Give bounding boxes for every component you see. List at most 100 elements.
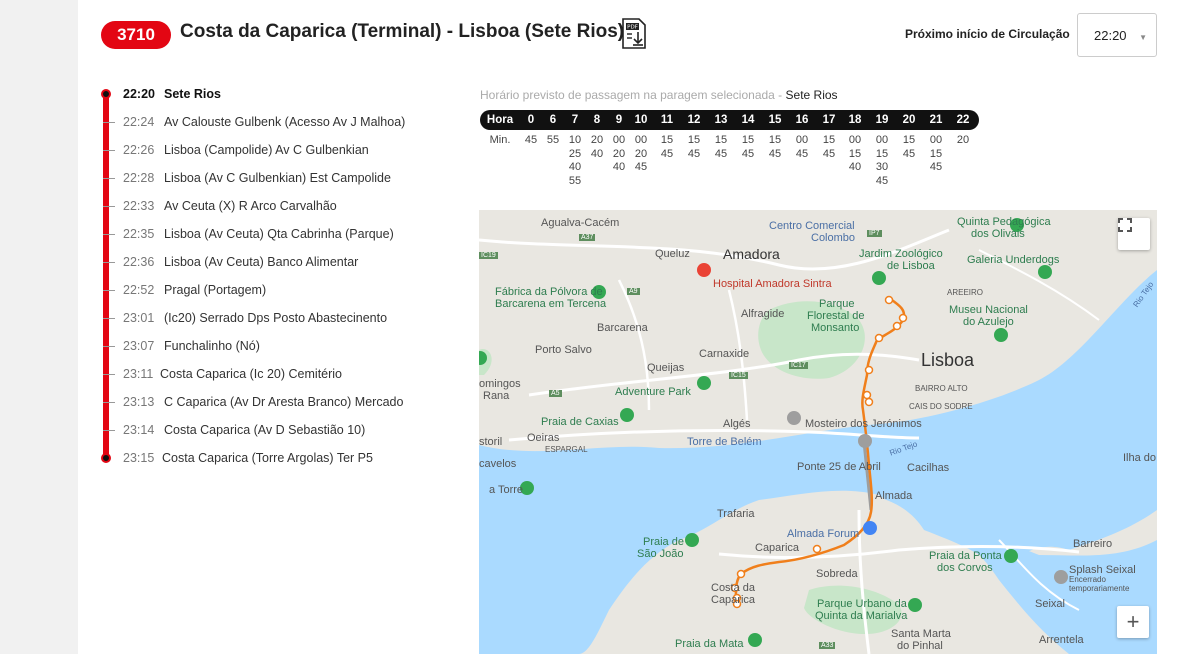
- hour-cell: 11: [660, 114, 674, 126]
- minute-value: 45: [660, 147, 674, 160]
- map-label: do Pinhal: [897, 640, 943, 652]
- minutes-label: Min.: [489, 134, 511, 146]
- minutes-column: 15 45: [681, 134, 707, 161]
- stop-item[interactable]: 22:20 Sete Rios: [100, 84, 460, 104]
- stop-time: 23:14: [123, 423, 155, 437]
- map-label: Caparica: [755, 542, 800, 554]
- stop-name: Av Calouste Gulbenk (Acesso Av J Malhoa): [164, 115, 406, 129]
- map-label: Barreiro: [1073, 538, 1113, 550]
- start-time-select[interactable]: 22:20 ▼: [1077, 13, 1157, 57]
- route-map[interactable]: Agualva-Cacém Amadora Queluz Centro Come…: [479, 210, 1157, 654]
- stop-item[interactable]: 23:14 Costa Caparica (Av D Sebastião 10): [100, 420, 460, 440]
- minute-value: 45: [687, 147, 701, 160]
- fullscreen-button[interactable]: [1118, 218, 1150, 250]
- road-shield: IP7: [867, 230, 882, 237]
- map-label: dos Olivais: [971, 228, 1025, 240]
- map-label: Galeria Underdogs: [967, 254, 1060, 266]
- stop-item[interactable]: 22:36 Lisboa (Av Ceuta) Banco Alimentar: [100, 252, 460, 272]
- chevron-down-icon: ▼: [1139, 33, 1147, 42]
- stop-item[interactable]: 23:11 Costa Caparica (Ic 20) Cemitério: [100, 364, 460, 384]
- stop-item[interactable]: 23:01 (Ic20) Serrado Dps Posto Abastecine…: [100, 308, 460, 328]
- map-label: Praia de: [643, 536, 684, 548]
- road-shield: A37: [579, 234, 596, 241]
- stop-tick: [103, 290, 115, 291]
- map-label: Praia da Ponta: [929, 550, 1002, 562]
- stop-time: 22:33: [123, 199, 155, 213]
- stop-item[interactable]: 23:15 Costa Caparica (Torre Argolas) Ter …: [100, 448, 460, 468]
- hour-cell: 8: [593, 114, 601, 126]
- minutes-column: 00 15 45: [923, 134, 949, 175]
- minutes-column: 15 45: [762, 134, 788, 161]
- map-label: Almada: [875, 490, 913, 502]
- stop-tick: [103, 318, 115, 319]
- map-label: Quinta Pedagógica: [957, 216, 1051, 228]
- stop-tick: [103, 206, 115, 207]
- stop-item[interactable]: 22:52 Pragal (Portagem): [100, 280, 460, 300]
- map-label: Caparica: [711, 594, 756, 606]
- minute-value: 20: [956, 134, 970, 146]
- schedule-caption-stop: Sete Rios: [785, 88, 838, 102]
- stop-item[interactable]: 22:26 Lisboa (Campolide) Av C Gulbenkian: [100, 140, 460, 160]
- map-label: Arrentela: [1039, 634, 1084, 646]
- minute-value: 15: [714, 134, 728, 146]
- hour-cell: 16: [795, 114, 809, 126]
- hour-header-label: Hora: [486, 114, 514, 126]
- stop-name: Costa Caparica (Torre Argolas) Ter P5: [162, 451, 373, 465]
- map-label: Amadora: [723, 246, 780, 262]
- stop-item[interactable]: 22:35 Lisboa (Av Ceuta) Qta Cabrinha (Par…: [100, 224, 460, 244]
- stop-item[interactable]: 23:07 Funchalinho (Nó): [100, 336, 460, 356]
- minutes-column: 15 45: [816, 134, 842, 161]
- hour-cell: 13: [714, 114, 728, 126]
- map-label: Torre de Belém: [687, 436, 762, 448]
- map-label: Florestal de: [807, 310, 865, 322]
- stop-name: Lisboa (Av Ceuta) Qta Cabrinha (Parque): [164, 227, 394, 241]
- stop-tick: [103, 346, 115, 347]
- minute-value: 40: [590, 147, 604, 160]
- minute-value: 15: [875, 147, 889, 160]
- stop-time: 22:35: [123, 227, 155, 241]
- map-label: Lisboa: [921, 350, 975, 370]
- map-canvas: [479, 218, 1157, 654]
- map-label: Monsanto: [811, 322, 860, 334]
- hour-cell: 9: [615, 114, 623, 126]
- minute-value: 45: [714, 147, 728, 160]
- zoom-in-button[interactable]: +: [1117, 606, 1149, 638]
- next-start-label: Próximo início de Circulação: [905, 27, 1070, 41]
- minutes-column: 15 45: [896, 134, 922, 161]
- hour-cell: 22: [956, 114, 970, 126]
- minute-value: 55: [546, 134, 560, 146]
- hour-cell: 18: [848, 114, 862, 126]
- minute-value: 20: [590, 134, 604, 146]
- stop-item[interactable]: 22:24 Av Calouste Gulbenk (Acesso Av J Ma…: [100, 112, 460, 132]
- pdf-download-icon[interactable]: PDF: [620, 18, 648, 50]
- road-shield: IC19: [479, 252, 498, 259]
- stop-tick: [103, 122, 115, 123]
- minute-value: 15: [741, 134, 755, 146]
- stop-time: 22:28: [123, 171, 155, 185]
- minute-value: 15: [822, 134, 836, 146]
- map-label: Carnaxide: [699, 348, 750, 360]
- minute-value: 00: [848, 134, 862, 146]
- map-label: Praia da Mata: [675, 638, 744, 650]
- stop-time: 23:15: [123, 451, 155, 465]
- stop-time: 22:26: [123, 143, 155, 157]
- map-label: Sobreda: [816, 568, 858, 580]
- map-label: Santa Marta: [891, 628, 951, 640]
- map-label: Centro Comercial: [769, 220, 855, 232]
- stop-item[interactable]: 22:28 Lisboa (Av C Gulbenkian) Est Campol…: [100, 168, 460, 188]
- map-label: Queijas: [647, 362, 685, 374]
- stop-item[interactable]: 23:13 C Caparica (Av Dr Aresta Branco) Me…: [100, 392, 460, 412]
- map-label: Hospital Amadora Sintra: [713, 278, 832, 290]
- minutes-column: 15 45: [654, 134, 680, 161]
- minutes-column: 00 45: [789, 134, 815, 161]
- minute-value: 20: [634, 147, 648, 160]
- stop-item[interactable]: 22:33 Av Ceuta (X) R Arco Carvalhão: [100, 196, 460, 216]
- minute-value: 15: [848, 147, 862, 160]
- minute-value: 15: [902, 134, 916, 146]
- minute-value: 45: [875, 174, 889, 187]
- minute-value: 15: [660, 134, 674, 146]
- stop-time: 23:13: [123, 395, 155, 409]
- minutes-column: 00 15 30 45: [869, 134, 895, 188]
- hour-cell: 20: [902, 114, 916, 126]
- hour-cell: 10: [634, 114, 648, 126]
